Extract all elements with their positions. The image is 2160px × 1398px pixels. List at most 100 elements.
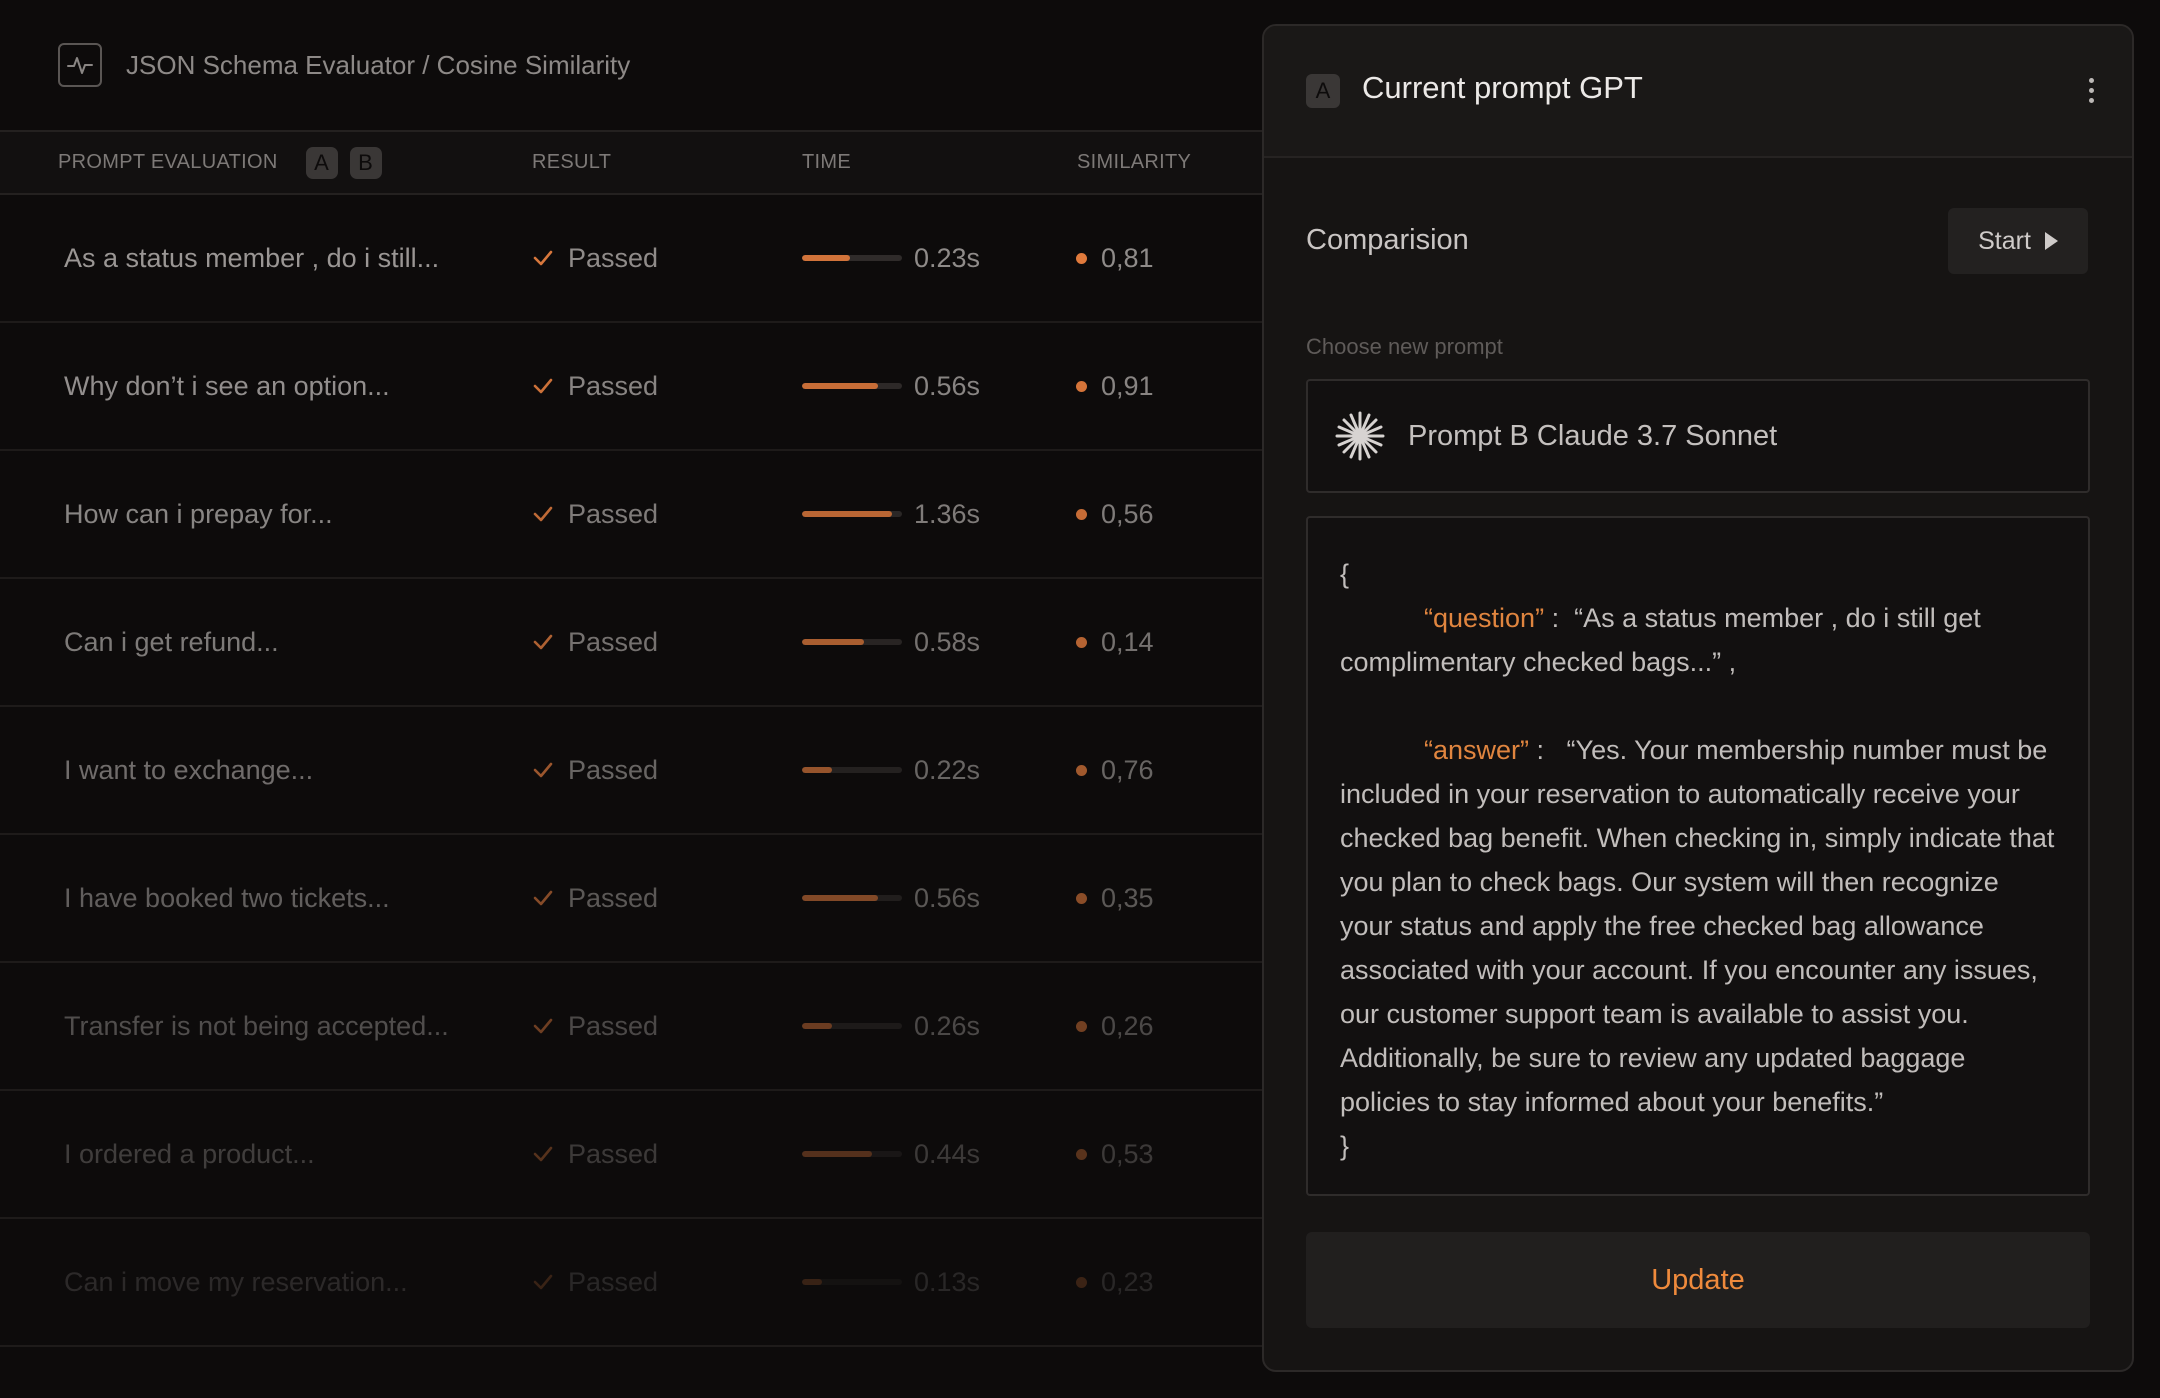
time-text: 1.36s [914,498,981,529]
start-label: Start [1978,226,2031,255]
row-question: I ordered a product... [64,1091,315,1217]
json-question-line: “question” : “As a status member , do i … [1340,596,2056,684]
json-question-key: “question” [1424,603,1545,633]
question-text: Can i move my reservation... [64,1266,408,1297]
table-row[interactable]: Can i move my reservation... Passed 0.13s 0… [0,1219,1262,1347]
check-icon [533,1018,553,1034]
time-bar-fill [802,383,878,389]
row-question: Can i get refund... [64,579,279,705]
question-text: Transfer is not being accepted... [64,1010,449,1041]
question-text: I have booked two tickets... [64,882,390,913]
activity-pulse-icon [58,43,102,87]
table-row[interactable]: Can i get refund... Passed 0.58s 0,14 [0,579,1262,707]
row-result: Passed [532,963,658,1089]
table-row[interactable]: I ordered a product... Passed 0.44s 0,53 [0,1091,1262,1219]
table-header: PROMPT EVALUATION A B RESULT TIME SIMILA… [0,130,1262,195]
row-question: I want to exchange... [64,707,313,833]
prompt-panel: A Current prompt GPT Comparision Start C… [1262,24,2134,1372]
question-text: How can i prepay for... [64,498,333,529]
time-bar-fill [802,255,850,261]
more-options-icon[interactable] [2086,78,2096,108]
result-text: Passed [568,1138,659,1169]
column-result: RESULT [532,151,612,173]
table-row[interactable]: Why don’t i see an option... Passed 0.56s 0… [0,323,1262,451]
table-body: As a status member , do i still... Passed… [0,195,1262,1347]
table-row[interactable]: I have booked two tickets... Passed 0.56s 0… [0,835,1262,963]
row-time: 0.26s [802,963,980,1089]
check-icon [533,250,553,266]
time-bar-fill [802,639,864,645]
similarity-dot-icon [1076,1148,1087,1160]
row-time: 0.22s [802,707,980,833]
similarity-text: 0,91 [1101,370,1154,401]
check-icon [533,378,553,394]
time-bar [802,511,902,517]
row-result: Passed [532,707,658,833]
time-bar [802,1023,902,1029]
prompt-b-badge[interactable]: B [349,146,382,179]
row-similarity: 0,14 [1076,579,1154,705]
row-similarity: 0,53 [1076,1091,1154,1217]
time-text: 0.23s [914,242,981,273]
json-close-brace: } [1340,1131,1350,1161]
row-question: As a status member , do i still... [64,195,439,321]
json-answer-key: “answer” [1424,735,1530,765]
row-similarity: 0,56 [1076,451,1154,577]
json-answer-separator: : [1529,735,1567,765]
row-result: Passed [532,1219,658,1345]
row-time: 0.13s [802,1219,980,1345]
similarity-dot-icon [1076,1276,1087,1288]
similarity-text: 0,26 [1101,1010,1154,1041]
row-similarity: 0,91 [1076,323,1154,449]
question-text: As a status member , do i still... [64,242,440,273]
row-time: 1.36s [802,451,980,577]
json-answer-value: “Yes. Your membership number must be inc… [1340,735,2055,1117]
json-preview[interactable]: { “question” : “As a status member , do … [1306,516,2090,1196]
table-row[interactable]: As a status member , do i still... Passed… [0,195,1262,323]
similarity-dot-icon [1076,1020,1087,1032]
time-bar [802,895,902,901]
time-bar-fill [802,895,878,901]
check-icon [533,506,553,522]
time-bar [802,383,902,389]
time-bar [802,255,902,261]
comparison-label: Comparision [1306,224,1469,256]
time-text: 0.22s [914,754,981,785]
time-bar-fill [802,1279,822,1285]
row-result: Passed [532,835,658,961]
row-similarity: 0,35 [1076,835,1154,961]
similarity-text: 0,53 [1101,1138,1154,1169]
table-row[interactable]: Transfer is not being accepted... Passed 0… [0,963,1262,1091]
table-row[interactable]: How can i prepay for... Passed 1.36s 0,56 [0,451,1262,579]
json-answer-line: “answer” : “Yes. Your membership number … [1340,728,2056,1124]
row-result: Passed [532,195,658,321]
check-icon [533,1274,553,1290]
similarity-text: 0,23 [1101,1266,1154,1297]
check-icon [533,890,553,906]
row-time: 0.44s [802,1091,980,1217]
row-result: Passed [532,579,658,705]
time-bar [802,767,902,773]
top-bar: JSON Schema Evaluator / Cosine Similarit… [0,0,1262,130]
time-bar-fill [802,767,832,773]
table-row[interactable]: I want to exchange... Passed 0.22s 0,76 [0,707,1262,835]
row-time: 0.56s [802,835,980,961]
time-text: 0.56s [914,370,981,401]
prompt-select[interactable]: Prompt B Claude 3.7 Sonnet [1306,379,2090,493]
page-title: JSON Schema Evaluator / Cosine Similarit… [126,49,631,80]
similarity-text: 0,14 [1101,626,1154,657]
check-icon [533,1146,553,1162]
time-text: 0.56s [914,882,981,913]
result-text: Passed [568,370,659,401]
prompt-a-badge[interactable]: A [305,146,338,179]
update-button[interactable]: Update [1306,1232,2090,1328]
row-question: How can i prepay for... [64,451,333,577]
result-text: Passed [568,754,659,785]
result-text: Passed [568,1266,659,1297]
time-bar [802,639,902,645]
similarity-dot-icon [1076,636,1087,648]
column-label: PROMPT EVALUATION [58,151,278,173]
start-button[interactable]: Start [1948,208,2088,274]
time-text: 0.13s [914,1266,981,1297]
time-text: 0.44s [914,1138,981,1169]
